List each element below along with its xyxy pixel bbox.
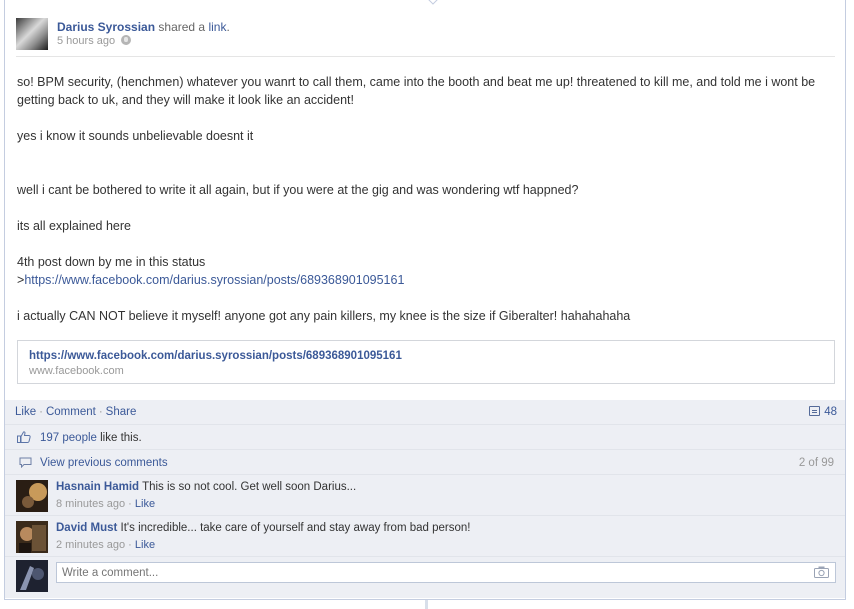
separator: · <box>98 406 103 418</box>
post-paragraph: well i cant be bothered to write it all … <box>17 183 579 197</box>
thumbs-up-icon <box>17 431 31 443</box>
commenter-name[interactable]: Hasnain Hamid <box>56 481 139 493</box>
post-paragraph: 4th post down by me in this status <box>17 255 206 269</box>
previous-comments-row: View previous comments 2 of 99 <box>5 449 845 474</box>
likes-suffix: like this. <box>96 432 142 444</box>
author-name-link[interactable]: Darius Syrossian <box>57 20 155 34</box>
timestamp-link[interactable]: 5 hours ago <box>57 35 115 47</box>
separator: · <box>128 539 132 551</box>
action-text: shared a <box>158 20 206 34</box>
comment-composer <box>5 556 845 594</box>
comment-input[interactable] <box>56 562 836 583</box>
commenter-avatar[interactable] <box>16 480 48 512</box>
comment-text: This is so not cool. Get well soon Dariu… <box>142 481 357 493</box>
link-preview-title[interactable]: https://www.facebook.com/darius.syrossia… <box>29 350 402 362</box>
post-paragraph: yes i know it sounds unbelievable doesnt… <box>17 129 254 143</box>
comment-item: David Must It's incredible... take care … <box>5 515 845 556</box>
separator: · <box>128 498 132 510</box>
shared-link[interactable]: link <box>208 20 226 34</box>
comment-time[interactable]: 2 minutes ago <box>56 539 125 551</box>
comment-count[interactable]: 48 <box>809 406 837 418</box>
post-card: Darius Syrossian shared a link. 5 hours … <box>4 0 846 600</box>
likers-link[interactable]: 197 people <box>40 432 97 444</box>
post-closing: i actually CAN NOT believe it myself! an… <box>17 309 631 323</box>
comment-time[interactable]: 8 minutes ago <box>56 498 125 510</box>
link-preview-domain: www.facebook.com <box>29 365 124 377</box>
camera-icon[interactable] <box>814 566 829 578</box>
post-paragraph <box>17 145 837 163</box>
like-button[interactable]: Like <box>15 406 36 418</box>
feedback-area: Like · Comment · Share 48 197 people like th… <box>5 400 845 598</box>
likes-text: 197 people like this. <box>40 432 142 444</box>
post-paragraph: its all explained here <box>17 219 131 233</box>
post-paragraph <box>17 109 837 127</box>
likes-row: 197 people like this. <box>5 424 845 449</box>
comment-body: David Must It's incredible... take care … <box>56 522 470 534</box>
author-avatar[interactable] <box>16 18 48 50</box>
comments-pager: 2 of 99 <box>798 457 834 469</box>
post-paragraph <box>17 289 837 307</box>
post-message: so! BPM security, (henchmen) whatever yo… <box>17 73 837 325</box>
author-line: Darius Syrossian shared a link. <box>57 20 230 34</box>
comment-text: It's incredible... take care of yourself… <box>120 522 471 534</box>
comment-meta: 8 minutes ago · Like <box>56 498 155 510</box>
action-bar: Like · Comment · Share 48 <box>5 400 845 424</box>
viewer-avatar <box>16 560 48 592</box>
comment-item: Hasnain Hamid This is so not cool. Get w… <box>5 474 845 515</box>
timeline-spine <box>425 600 428 609</box>
separator: · <box>39 406 43 418</box>
link-preview[interactable]: https://www.facebook.com/darius.syrossia… <box>17 340 835 384</box>
post-paragraph <box>17 163 837 181</box>
comments-icon <box>809 406 821 416</box>
post-paragraph: so! BPM security, (henchmen) whatever yo… <box>17 75 816 107</box>
post-paragraph <box>17 235 837 253</box>
post-header: Darius Syrossian shared a link. 5 hours … <box>16 18 835 58</box>
globe-icon[interactable] <box>121 35 132 45</box>
caret-icon <box>428 0 438 5</box>
commenter-name[interactable]: David Must <box>56 522 117 534</box>
post-timestamp: 5 hours ago <box>57 35 132 47</box>
action-links: Like · Comment · Share <box>15 406 136 418</box>
view-previous-comments-link[interactable]: View previous comments <box>40 457 168 469</box>
comment-body: Hasnain Hamid This is so not cool. Get w… <box>56 481 356 493</box>
comment-bubble-icon <box>19 457 32 468</box>
post-inline-link[interactable]: https://www.facebook.com/darius.syrossia… <box>24 273 404 287</box>
commenter-avatar[interactable] <box>16 521 48 553</box>
share-button[interactable]: Share <box>106 406 137 418</box>
post-paragraph <box>17 199 837 217</box>
comment-count-value: 48 <box>824 406 837 418</box>
comment-button[interactable]: Comment <box>46 406 96 418</box>
header-divider <box>16 56 835 57</box>
post-link-line: >https://www.facebook.com/darius.syrossi… <box>17 271 837 289</box>
action-end: . <box>226 20 230 34</box>
comment-like-button[interactable]: Like <box>135 539 155 551</box>
comment-meta: 2 minutes ago · Like <box>56 539 155 551</box>
comment-like-button[interactable]: Like <box>135 498 155 510</box>
